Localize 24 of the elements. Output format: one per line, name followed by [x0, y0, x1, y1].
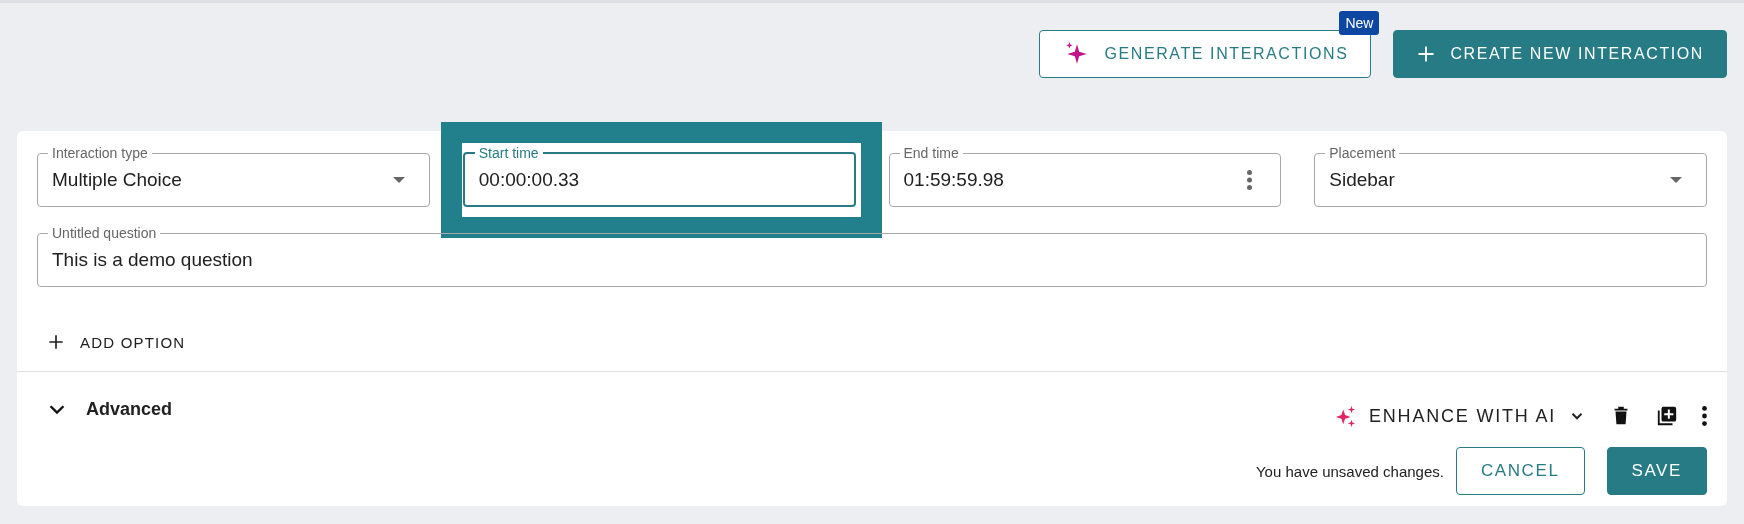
more-button[interactable] [1702, 406, 1707, 426]
dropdown-arrow-icon [1670, 177, 1682, 183]
select-field[interactable]: Placement Sidebar [1314, 146, 1707, 207]
input-field[interactable]: End time 01:59:59.98 [888, 146, 1282, 207]
sparkle-icon [1335, 405, 1357, 427]
generate-button[interactable]: GENERATE INTERACTIONS [1039, 30, 1372, 78]
save-button[interactable]: SAVE [1606, 447, 1707, 495]
plus-icon [1416, 44, 1437, 64]
cancel-button[interactable]: CANCEL [1455, 447, 1585, 495]
new-badge: New [1339, 11, 1380, 35]
more-vertical-icon [1702, 406, 1707, 426]
add-option-button[interactable]: ADD OPTION [42, 328, 190, 356]
input-field[interactable]: Untitled question This is a demo question [37, 226, 1707, 287]
duplicate-icon [1656, 405, 1678, 427]
duplicate-button[interactable] [1656, 405, 1678, 427]
unsaved-status-text: You have unsaved changes. [1256, 462, 1444, 480]
input-field[interactable]: Start time 00:00:00.33 [462, 146, 856, 207]
dropdown-arrow-icon [392, 177, 405, 183]
select-field[interactable]: Interaction type Multiple Choice [37, 146, 430, 207]
create-button[interactable]: CREATE NEW INTERACTION [1393, 30, 1727, 78]
enhance-button[interactable]: ENHANCE WITH AI [1335, 405, 1586, 427]
advanced-toggle[interactable]: Advanced [42, 394, 177, 424]
plus-icon [46, 332, 66, 352]
more-vertical-icon [1247, 170, 1253, 190]
